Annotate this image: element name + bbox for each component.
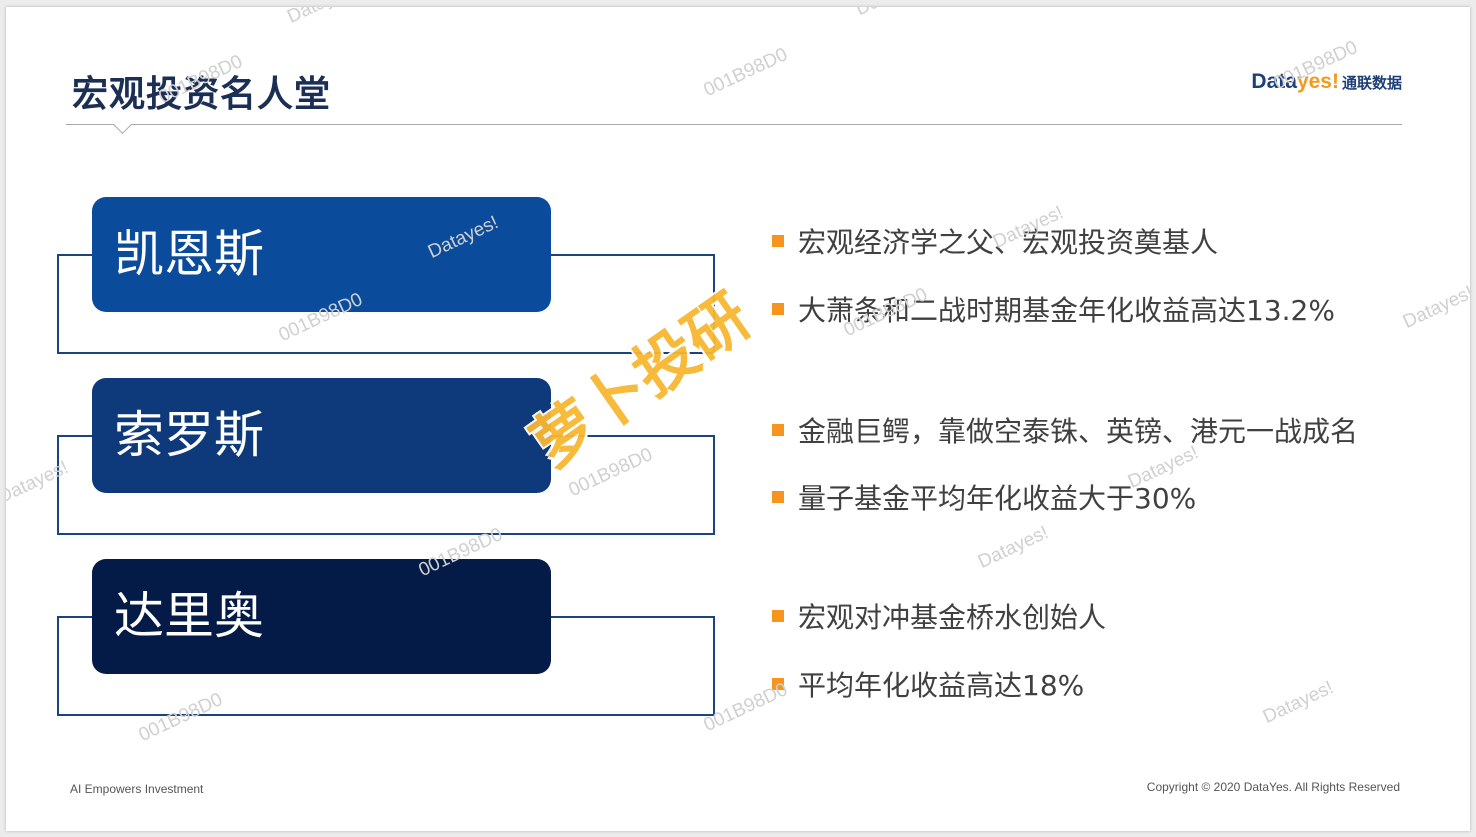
footer-copyright: Copyright © 2020 DataYes. All Rights Res… (1146, 780, 1400, 794)
list-item: 宏观对冲基金桥水创始人 (772, 596, 1106, 636)
title-divider (66, 124, 1402, 125)
slide: 宏观投资名人堂 Datayes! 通联数据 凯恩斯 索罗斯 达里奥 宏观经济学之父… (6, 7, 1470, 831)
bullet-square-icon (772, 235, 784, 247)
divider-notch (113, 115, 132, 135)
investor-name-dalio: 达里奥 (92, 559, 551, 674)
watermark: Datayes! (1399, 282, 1470, 333)
list-item: 金融巨鳄，靠做空泰铢、英镑、港元一战成名 (772, 410, 1358, 450)
bullet-square-icon (772, 424, 784, 436)
watermark: 001B98D0 (700, 44, 791, 102)
bullet-square-icon (772, 491, 784, 503)
watermark: Datayes! (1259, 677, 1337, 728)
footer-tagline: AI Empowers Investment (70, 782, 204, 796)
watermark: Da (852, 7, 883, 21)
watermark: Datayes! (974, 522, 1052, 573)
investor-name-soros: 索罗斯 (92, 378, 551, 493)
investor-name-keynes: 凯恩斯 (92, 197, 551, 312)
watermark: Dataye (284, 7, 348, 29)
bullet-square-icon (772, 610, 784, 622)
logo-cn: 通联数据 (1341, 74, 1402, 92)
bullet-square-icon (772, 303, 784, 315)
list-item: 平均年化收益高达18% (772, 664, 1084, 704)
